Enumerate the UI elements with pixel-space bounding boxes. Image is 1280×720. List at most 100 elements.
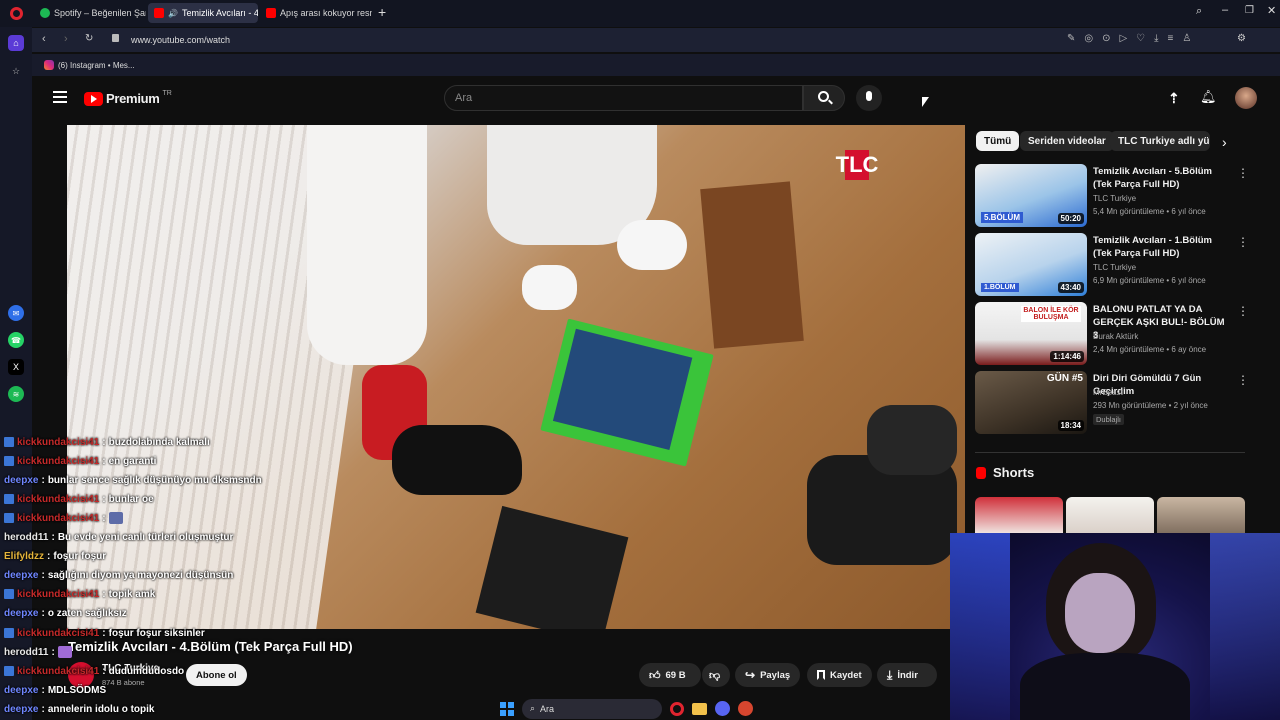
- close-button[interactable]: ✕: [1267, 4, 1276, 17]
- new-tab-button[interactable]: +: [378, 4, 386, 20]
- more-options-icon[interactable]: ⋮: [1237, 304, 1249, 318]
- chat-text: topik amk: [108, 588, 156, 600]
- chat-nick: herodd11: [4, 646, 49, 658]
- subscribe-button[interactable]: Abone ol: [186, 664, 247, 686]
- search-tabs-icon[interactable]: ⌕: [1196, 5, 1202, 18]
- taskbar-search[interactable]: ⌕ Ara: [522, 698, 662, 719]
- channel-name: TLC Turkiye: [1093, 194, 1137, 203]
- channel-name: MrBeast: [1093, 388, 1123, 397]
- chat-text: sağlığını diyom ya mayonezi düşünsün: [47, 569, 234, 581]
- recommendation-item[interactable]: 1.BÖLÜM 43:40 Temizlik Avcıları - 1.Bölü…: [975, 233, 1255, 297]
- hamburger-menu-icon[interactable]: [53, 91, 67, 103]
- tab-youtube-active[interactable]: 🔊 Temizlik Avcıları - 4.Bö: [148, 3, 258, 23]
- tab-spotify[interactable]: Spotify – Beğenilen Şarkıl: [34, 3, 146, 23]
- chip-series[interactable]: Seriden videolar: [1020, 131, 1114, 151]
- channel-name: Burak Aktürk: [1093, 332, 1139, 341]
- taskbar-search-label: Ara: [540, 703, 555, 714]
- search-button[interactable]: [803, 85, 845, 111]
- chat-text: foşur foşur siksinler: [108, 627, 205, 639]
- more-options-icon[interactable]: ⋮: [1237, 166, 1249, 180]
- chat-message: deepxe: sağlığını diyom ya mayonezi düşün…: [4, 569, 234, 581]
- discord-icon[interactable]: [715, 701, 730, 716]
- thumb-label: 1.BÖLÜM: [981, 283, 1019, 292]
- more-options-icon[interactable]: ⋮: [1237, 235, 1249, 249]
- video-player[interactable]: TLC: [67, 125, 965, 629]
- messenger-icon[interactable]: ✉: [8, 305, 24, 321]
- chips-next-icon[interactable]: ›: [1222, 134, 1227, 150]
- bookmark-instagram[interactable]: (6) Instagram • Mes...: [58, 61, 135, 70]
- browser-tab-bar: Spotify – Beğenilen Şarkıl 🔊 Temizlik Av…: [0, 0, 1280, 27]
- download-button[interactable]: ⤓ İndir: [877, 663, 937, 687]
- chat-nick: kickkundakcisi41: [17, 493, 100, 505]
- chat-nick: kickkundakcisi41: [17, 512, 100, 524]
- bookmarks-bar: (6) Instagram • Mes...: [32, 54, 1280, 76]
- chat-message: kickkundakcisi41: en garanti: [4, 453, 156, 469]
- like-button[interactable]: 👍︎ 69 B: [639, 663, 701, 687]
- share-label: Paylaş: [760, 669, 791, 681]
- chat-message: Elifyldzz: foşur foşur: [4, 550, 107, 562]
- tab-label: Temizlik Avcıları - 4.Bö: [181, 8, 258, 18]
- video-title: Temizlik Avcıları - 5.Bölüm (Tek Parça F…: [1093, 166, 1212, 190]
- tlc-watermark: TLC: [836, 150, 878, 180]
- short-thumbnail[interactable]: [975, 497, 1063, 535]
- lock-icon: [112, 34, 119, 42]
- chat-nick: deepxe: [4, 703, 39, 715]
- more-options-icon[interactable]: ⋮: [1237, 373, 1249, 387]
- minimize-button[interactable]: –: [1222, 4, 1228, 16]
- chat-badge-icon: [4, 628, 14, 638]
- recommendation-item[interactable]: 5.BÖLÜM 50:20 Temizlik Avcıları - 5.Bölü…: [975, 164, 1255, 228]
- back-icon[interactable]: ‹: [42, 33, 46, 45]
- microphone-icon: [866, 91, 872, 101]
- share-button[interactable]: ↪ Paylaş: [735, 663, 801, 687]
- search-input[interactable]: Ara: [444, 85, 803, 111]
- shorts-header: Shorts: [976, 465, 1034, 480]
- duration-badge: 18:34: [1057, 420, 1084, 431]
- save-label: Kaydet: [830, 669, 862, 681]
- streamer-face: [1065, 573, 1135, 653]
- video-thumbnail: GÜN #5 18:34: [975, 371, 1087, 434]
- opera-logo-icon[interactable]: [10, 7, 23, 20]
- address-bar: ‹ › ↻ www.youtube.com/watch ✎◎⊙▷♡⤓≡♙ ⚙: [32, 28, 1280, 52]
- windows-start-icon[interactable]: [500, 701, 514, 716]
- maximize-button[interactable]: ❐: [1245, 5, 1254, 16]
- notifications-bell-icon[interactable]: 🔔︎: [1200, 89, 1217, 105]
- home-icon[interactable]: ⌂: [8, 35, 24, 51]
- x-icon[interactable]: X: [8, 359, 24, 375]
- upload-icon[interactable]: ⇡: [1168, 90, 1180, 107]
- chat-text: Bu evde yeni canlı türleri oluşmuştur: [57, 531, 234, 543]
- tab-youtube-2[interactable]: Apış arası kokuyor resme: [260, 3, 372, 23]
- duration-badge: 1:14:46: [1050, 351, 1084, 362]
- recommendation-item[interactable]: GÜN #5 18:34 Diri Diri Gömüldü 7 Gün Geç…: [975, 371, 1255, 435]
- short-thumbnail[interactable]: [1157, 497, 1245, 535]
- chip-channel-uploads[interactable]: TLC Turkiye adlı yük: [1110, 131, 1210, 151]
- chat-text: bunlar sence sağlık düşünüyo mu dksmsndn: [47, 474, 262, 486]
- thumb-label: BALON İLE KÖR BULUŞMA: [1021, 306, 1081, 322]
- chat-text: bunlar oe: [108, 493, 154, 505]
- voice-search-button[interactable]: [856, 85, 882, 111]
- star-icon[interactable]: ☆: [8, 63, 24, 79]
- reload-icon[interactable]: ↻: [85, 33, 93, 44]
- dislike-button[interactable]: 👎︎: [702, 663, 730, 687]
- save-button[interactable]: Kaydet: [807, 663, 872, 687]
- chat-nick: Elifyldzz: [4, 550, 45, 562]
- tlc-letter: TLC: [836, 150, 878, 180]
- recommendation-item[interactable]: BALON İLE KÖR BULUŞMA 1:14:46 BALONU PAT…: [975, 302, 1255, 366]
- forward-icon[interactable]: ›: [64, 33, 68, 45]
- short-thumbnail[interactable]: [1066, 497, 1154, 535]
- opera-taskbar-icon[interactable]: [670, 701, 684, 716]
- url-field[interactable]: www.youtube.com/watch: [131, 35, 230, 45]
- spotify-sidebar-icon[interactable]: ≋: [8, 386, 24, 402]
- settings-icon[interactable]: ⚙: [1237, 33, 1246, 44]
- avatar[interactable]: [1235, 87, 1257, 109]
- youtube-logo[interactable]: Premium TR: [84, 90, 172, 106]
- app-icon[interactable]: [738, 701, 753, 716]
- webcam-overlay: [950, 533, 1280, 720]
- chat-text: o zaten sağlıksız: [47, 607, 127, 619]
- file-explorer-icon[interactable]: [692, 702, 707, 715]
- chip-all[interactable]: Tümü: [976, 131, 1020, 151]
- extension-icons[interactable]: ✎◎⊙▷♡⤓≡♙: [1067, 33, 1200, 44]
- chat-text: dudumdudosdo: [108, 665, 185, 677]
- subscriber-count: 874 B abone: [102, 678, 145, 687]
- whatsapp-icon[interactable]: ☎: [8, 332, 24, 348]
- chat-message: herodd11: Bu evde yeni canlı türleri oluş…: [4, 531, 234, 543]
